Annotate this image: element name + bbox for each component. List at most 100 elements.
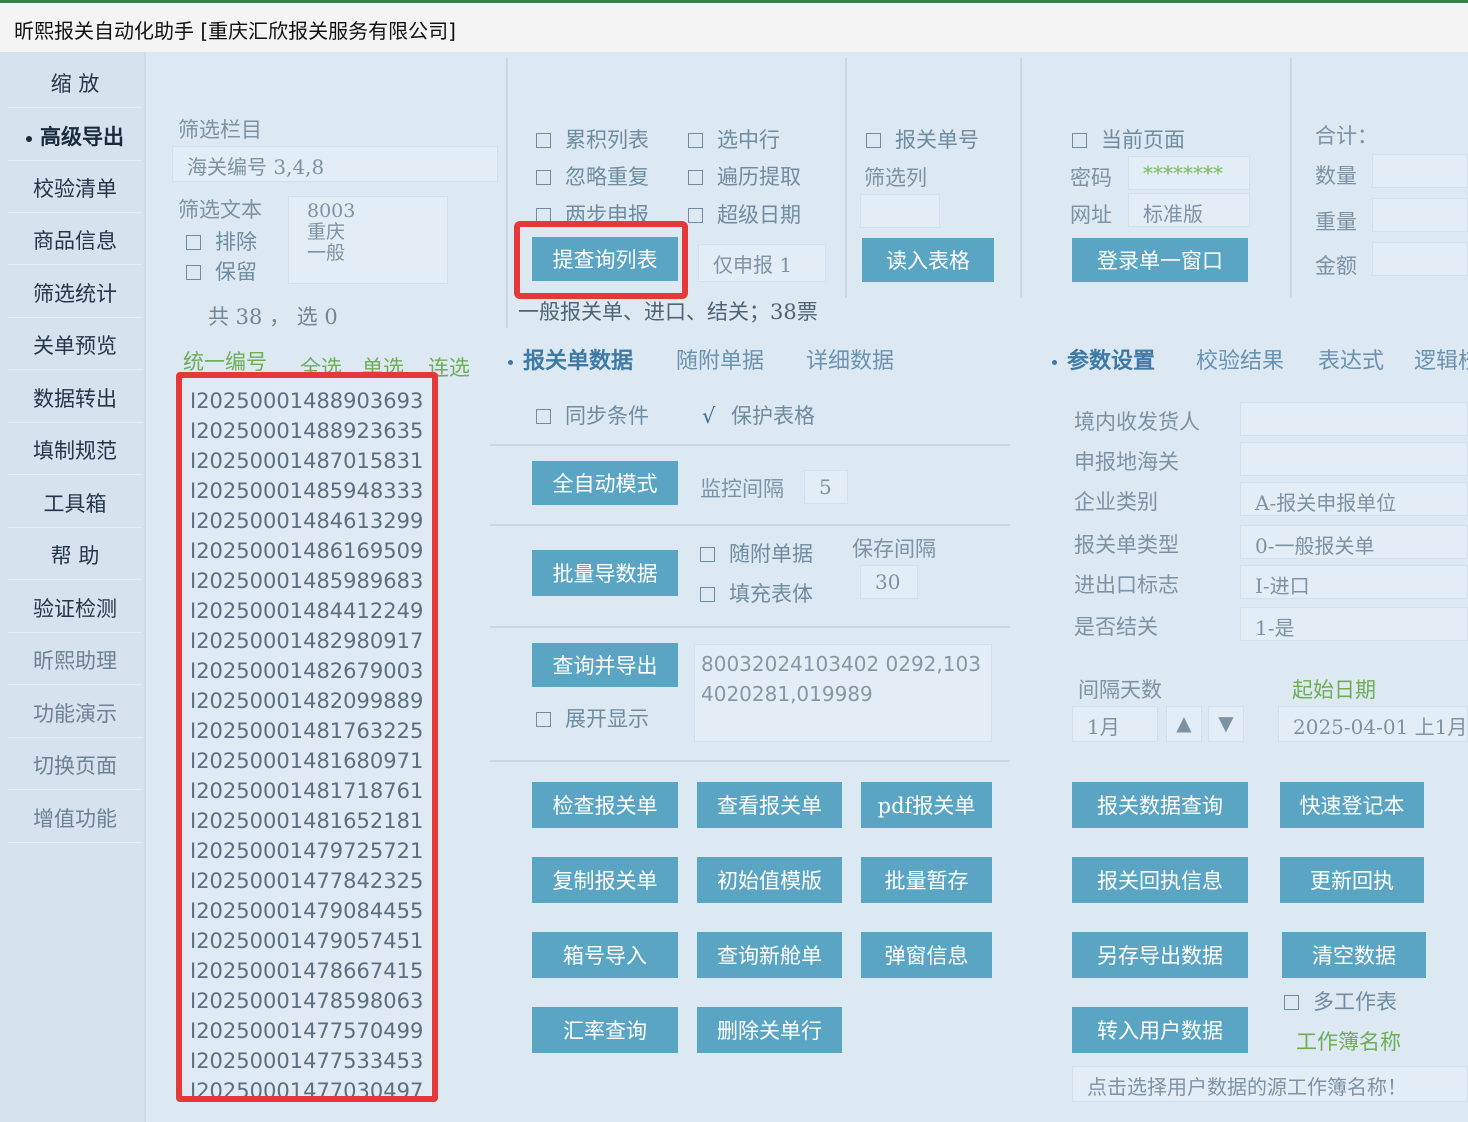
multi-sheet-checkbox[interactable]: 多工作表 xyxy=(1284,986,1397,1016)
list-item[interactable]: I20250001477533453 xyxy=(182,1046,432,1076)
list-item[interactable]: I20250001482980917 xyxy=(182,626,432,656)
ignore-duplicate-checkbox[interactable]: 忽略重复 xyxy=(536,161,649,191)
batch-save-button[interactable]: 批量暂存 xyxy=(861,857,992,903)
list-item[interactable]: I20250001479084455 xyxy=(182,896,432,926)
list-item[interactable]: I20250001481680971 xyxy=(182,746,432,776)
query-export-button[interactable]: 查询并导出 xyxy=(532,643,678,687)
keep-checkbox[interactable]: 保留 xyxy=(186,256,257,286)
list-item[interactable]: I20250001477570499 xyxy=(182,1016,432,1046)
sidebar-item-assistant[interactable]: 昕熙助理 xyxy=(8,637,142,685)
monitor-interval-input[interactable]: 5 xyxy=(804,470,848,504)
tab-params[interactable]: 参数设置 xyxy=(1052,343,1155,375)
read-table-button[interactable]: 读入表格 xyxy=(862,238,994,282)
tab-expression[interactable]: 表达式 xyxy=(1318,343,1384,375)
customs-input[interactable] xyxy=(1240,442,1468,476)
increment-button[interactable]: ▲ xyxy=(1166,706,1202,742)
list-item[interactable]: I20250001484613299 xyxy=(182,506,432,536)
fill-body-checkbox[interactable]: 填充表体 xyxy=(700,578,813,608)
workbook-hint-field[interactable]: 点击选择用户数据的源工作簿名称！ xyxy=(1072,1066,1468,1102)
sidebar-item-switch-page[interactable]: 切换页面 xyxy=(8,742,142,790)
declaration-type-select[interactable]: 0-一般报关单 xyxy=(1240,525,1468,559)
save-export-data-button[interactable]: 另存导出数据 xyxy=(1072,932,1248,978)
accumulate-list-checkbox[interactable]: 累积列表 xyxy=(536,124,649,154)
sidebar-item-data-export[interactable]: 数据转出 xyxy=(8,375,142,423)
sidebar-item-filter-stats[interactable]: 筛选统计 xyxy=(8,270,142,318)
tab-logic-check[interactable]: 逻辑校 xyxy=(1414,343,1468,375)
sidebar-item-advanced-export[interactable]: 高级导出 xyxy=(8,113,142,161)
exclude-checkbox[interactable]: 排除 xyxy=(186,226,257,256)
list-item[interactable]: I20250001487015831 xyxy=(182,446,432,476)
list-item[interactable]: I20250001478598063 xyxy=(182,986,432,1016)
full-auto-mode-button[interactable]: 全自动模式 xyxy=(532,461,678,505)
list-item[interactable]: I20250001482099889 xyxy=(182,686,432,716)
import-user-data-button[interactable]: 转入用户数据 xyxy=(1072,1007,1248,1053)
tab-attached-docs[interactable]: 随附单据 xyxy=(676,343,764,375)
list-item[interactable]: I20250001479725721 xyxy=(182,836,432,866)
tab-declaration-data[interactable]: 报关单数据 xyxy=(508,343,633,375)
query-list-button[interactable]: 提查询列表 xyxy=(532,237,678,281)
filter-col-input[interactable] xyxy=(860,194,940,228)
list-item[interactable]: I20250001485989683 xyxy=(182,566,432,596)
interval-days-select[interactable]: 1月 xyxy=(1072,706,1158,742)
popup-info-button[interactable]: 弹窗信息 xyxy=(861,932,992,978)
current-page-checkbox[interactable]: 当前页面 xyxy=(1072,124,1185,154)
url-select[interactable]: 标准版 xyxy=(1128,193,1250,227)
initial-template-button[interactable]: 初始值模版 xyxy=(697,857,842,903)
pdf-declaration-button[interactable]: pdf报关单 xyxy=(861,782,992,828)
list-item[interactable]: I20250001488903693 xyxy=(182,386,432,416)
update-receipt-button[interactable]: 更新回执 xyxy=(1280,857,1424,903)
query-new-manifest-button[interactable]: 查询新舱单 xyxy=(697,932,842,978)
list-item[interactable]: I20250001484412249 xyxy=(182,596,432,626)
sidebar-item-demo[interactable]: 功能演示 xyxy=(8,690,142,738)
exchange-rate-button[interactable]: 汇率查询 xyxy=(532,1007,678,1053)
list-item[interactable]: I20250001477030497 xyxy=(182,1076,432,1096)
attached-docs-checkbox[interactable]: 随附单据 xyxy=(700,538,813,568)
password-input[interactable]: ******** xyxy=(1128,156,1250,190)
list-item[interactable]: I20250001482679003 xyxy=(182,656,432,686)
expand-display-checkbox[interactable]: 展开显示 xyxy=(536,703,649,733)
view-declaration-button[interactable]: 查看报关单 xyxy=(697,782,842,828)
selected-rows-checkbox[interactable]: 选中行 xyxy=(688,124,780,154)
batch-import-button[interactable]: 批量导数据 xyxy=(532,550,678,596)
login-single-window-button[interactable]: 登录单一窗口 xyxy=(1072,238,1248,282)
super-date-checkbox[interactable]: 超级日期 xyxy=(688,199,801,229)
closed-select[interactable]: 1-是 xyxy=(1240,607,1468,641)
unified-number-list[interactable]: I20250001488903693 I20250001488923635 I2… xyxy=(176,372,438,1102)
tab-detail-data[interactable]: 详细数据 xyxy=(806,343,894,375)
filter-column-input[interactable]: 海关编号 3,4,8 xyxy=(172,146,498,182)
sidebar-item-toolbox[interactable]: 工具箱 xyxy=(8,480,142,528)
sidebar-item-verify[interactable]: 验证检测 xyxy=(8,585,142,633)
list-item[interactable]: I20250001485948333 xyxy=(182,476,432,506)
sidebar-item-help[interactable]: 帮 助 xyxy=(8,532,142,580)
declaration-no-checkbox[interactable]: 报关单号 xyxy=(866,124,979,154)
traverse-extract-checkbox[interactable]: 遍历提取 xyxy=(688,161,801,191)
numbers-textarea[interactable]: 80032024103402 0292,1034020281,019989 xyxy=(694,644,992,742)
sync-conditions-checkbox[interactable]: 同步条件 xyxy=(536,400,649,430)
list-item[interactable]: I20250001481763225 xyxy=(182,716,432,746)
check-declaration-button[interactable]: 检查报关单 xyxy=(532,782,678,828)
save-interval-input[interactable]: 30 xyxy=(860,565,918,599)
company-type-select[interactable]: A-报关申报单位 xyxy=(1240,482,1468,516)
list-item[interactable]: I20250001486169509 xyxy=(182,536,432,566)
list-item[interactable]: I20250001481718761 xyxy=(182,776,432,806)
consignee-input[interactable] xyxy=(1240,402,1468,436)
sidebar-item-premium[interactable]: 增值功能 xyxy=(8,795,142,843)
list-item[interactable]: I20250001477842325 xyxy=(182,866,432,896)
box-import-button[interactable]: 箱号导入 xyxy=(532,932,678,978)
copy-declaration-button[interactable]: 复制报关单 xyxy=(532,857,678,903)
start-date-input[interactable]: 2025-04-01 上1月 xyxy=(1278,706,1468,742)
declare-only-field[interactable]: 仅申报 1 xyxy=(698,244,826,282)
sidebar-item-goods-info[interactable]: 商品信息 xyxy=(8,217,142,265)
ie-flag-select[interactable]: I-进口 xyxy=(1240,565,1468,599)
quick-notebook-button[interactable]: 快速登记本 xyxy=(1280,782,1424,828)
list-item[interactable]: I20250001479057451 xyxy=(182,926,432,956)
sidebar-item-verify-list[interactable]: 校验清单 xyxy=(8,165,142,213)
delete-row-button[interactable]: 删除关单行 xyxy=(697,1007,842,1053)
decrement-button[interactable]: ▼ xyxy=(1208,706,1244,742)
tab-verify-result[interactable]: 校验结果 xyxy=(1196,343,1284,375)
clear-data-button[interactable]: 清空数据 xyxy=(1282,932,1426,978)
list-item[interactable]: I20250001488923635 xyxy=(182,416,432,446)
customs-data-query-button[interactable]: 报关数据查询 xyxy=(1072,782,1248,828)
protect-table-checkbox[interactable]: √ 保护表格 xyxy=(702,400,815,430)
sidebar-item-fill-rules[interactable]: 填制规范 xyxy=(8,427,142,475)
